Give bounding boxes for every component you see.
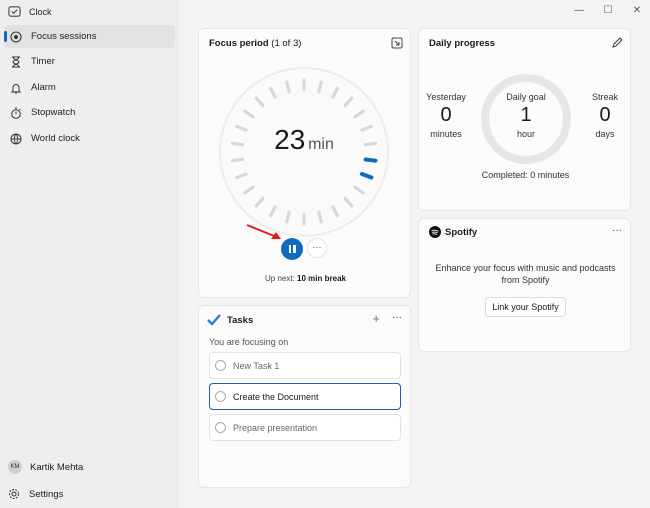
focus-period-card: Focus period (1 of 3) 23 min ··· Up next…: [198, 28, 411, 298]
sidebar-item-label: Timer: [31, 56, 55, 67]
completed-text: Completed: 0 minutes: [481, 170, 570, 180]
up-next-text: Up next: 10 min break: [199, 274, 412, 283]
sidebar-item-label: Focus sessions: [31, 31, 97, 42]
tasks-header: Tasks: [207, 314, 253, 326]
spotify-header: Spotify: [429, 226, 477, 238]
minimize-button[interactable]: —: [572, 3, 586, 17]
hourglass-icon: [12, 56, 20, 67]
compact-mode-icon[interactable]: [391, 37, 403, 49]
daily-progress-title: Daily progress: [429, 38, 495, 49]
sidebar-item-focus-sessions[interactable]: Focus sessions: [4, 25, 175, 48]
spotify-title: Spotify: [445, 226, 478, 238]
spotify-card: Spotify ··· Enhance your focus with musi…: [418, 218, 631, 352]
sidebar-item-label: Alarm: [31, 82, 56, 93]
yesterday-label: Yesterday: [426, 92, 466, 102]
daily-progress-card: Daily progress Yesterday 0 minutes Daily…: [418, 28, 631, 211]
focusing-on-label: You are focusing on: [209, 337, 289, 347]
tasks-title: Tasks: [227, 314, 254, 326]
focus-time: 23 min: [218, 124, 390, 156]
task-label: New Task 1: [233, 360, 280, 371]
goal-label: Daily goal: [506, 92, 546, 102]
app-title-text: Clock: [29, 6, 52, 17]
focus-period-title: Focus period (1 of 3): [209, 38, 301, 49]
sidebar: Clock Focus sessions Timer Alarm Stopwat…: [0, 0, 178, 508]
focus-minutes: 23: [274, 124, 306, 155]
focus-more-button[interactable]: ···: [307, 238, 327, 258]
red-arrow-annotation: [246, 224, 281, 239]
goal-unit: hour: [516, 129, 535, 139]
edit-pencil-icon[interactable]: [612, 37, 623, 48]
sidebar-item-world-clock[interactable]: World clock: [4, 127, 175, 150]
up-next-prefix: Up next:: [265, 274, 295, 283]
task-checkbox[interactable]: [215, 391, 226, 402]
link-spotify-button[interactable]: Link your Spotify: [485, 297, 566, 317]
sidebar-item-label: Stopwatch: [31, 107, 76, 118]
yesterday-value: 0: [440, 104, 452, 126]
yesterday-stat: Yesterday 0 minutes: [425, 92, 467, 139]
streak-stat: Streak 0 days: [587, 92, 623, 139]
task-label: Create the Document: [233, 391, 319, 402]
streak-label: Streak: [591, 92, 618, 102]
task-label: Prepare presentation: [233, 422, 318, 433]
app-title: Clock: [8, 5, 52, 18]
settings-label: Settings: [29, 488, 64, 500]
sidebar-item-timer[interactable]: Timer: [4, 50, 175, 73]
spotify-more-button[interactable]: ···: [612, 225, 622, 236]
stopwatch-icon: [11, 107, 21, 119]
daily-goal-stat: Daily goal 1 hour: [480, 92, 572, 139]
yesterday-unit: minutes: [430, 129, 462, 139]
task-item-selected[interactable]: Create the Document: [209, 383, 401, 410]
profile[interactable]: KM Kartik Mehta: [8, 460, 83, 474]
pause-button[interactable]: [281, 238, 303, 260]
sidebar-item-label: World clock: [31, 133, 80, 144]
focus-title-text: Focus period: [209, 38, 269, 49]
settings-button[interactable]: Settings: [8, 488, 63, 500]
bell-icon: [10, 83, 22, 93]
focus-period-count: (1 of 3): [271, 38, 302, 49]
streak-value: 0: [599, 104, 611, 126]
spotify-logo-icon: [429, 226, 441, 238]
streak-unit: days: [595, 129, 615, 139]
avatar: KM: [8, 460, 22, 474]
profile-name: Kartik Mehta: [30, 461, 84, 473]
task-checkbox[interactable]: [215, 360, 226, 371]
tasks-more-button[interactable]: ···: [392, 312, 402, 323]
focus-unit: min: [308, 136, 334, 153]
globe-icon: [10, 133, 22, 144]
up-next-value: 10 min break: [297, 274, 346, 283]
clock-app-icon: [8, 6, 21, 17]
dial-tick: [230, 157, 245, 163]
maximize-button[interactable]: ☐: [601, 3, 615, 17]
focus-icon: [10, 30, 22, 43]
tasks-card: Tasks + ··· You are focusing on New Task…: [198, 305, 411, 488]
sidebar-item-stopwatch[interactable]: Stopwatch: [4, 101, 175, 124]
task-item[interactable]: New Task 1: [209, 352, 401, 379]
close-button[interactable]: ✕: [630, 3, 644, 17]
goal-value: 1: [520, 104, 532, 126]
sidebar-item-alarm[interactable]: Alarm: [4, 76, 175, 99]
dial-tick-active: [363, 157, 378, 163]
add-task-button[interactable]: +: [372, 311, 380, 326]
spotify-description: Enhance your focus with music and podcas…: [435, 263, 616, 285]
task-checkbox[interactable]: [215, 422, 226, 433]
gear-icon: [9, 489, 19, 499]
todo-check-icon: [207, 314, 221, 326]
task-item[interactable]: Prepare presentation: [209, 414, 401, 441]
